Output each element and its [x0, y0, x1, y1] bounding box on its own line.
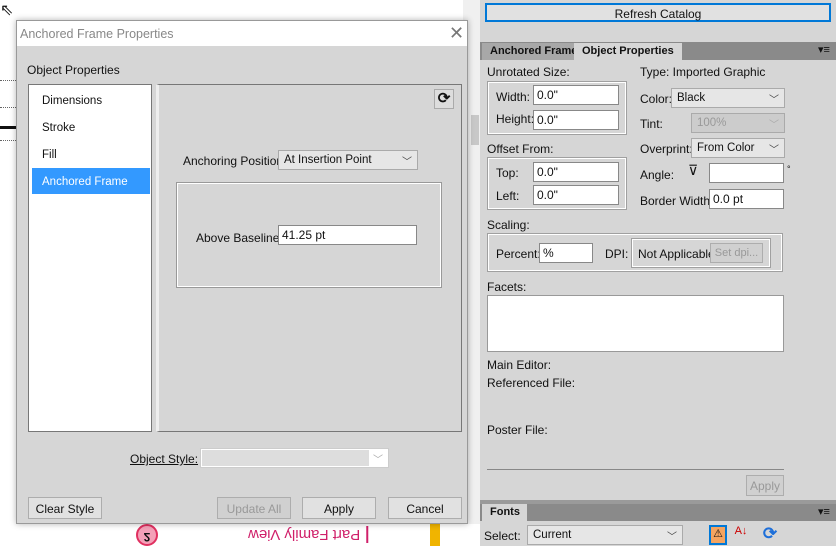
chevron-down-icon: ﹀ [769, 120, 779, 131]
chevron-down-icon: ﹀ [667, 532, 677, 543]
chevron-down-icon: ﹀ [769, 95, 779, 106]
percent-label: Percent: [496, 247, 541, 261]
color-label: Color: [640, 92, 673, 106]
height-label: Height: [496, 112, 535, 126]
referenced-file-label: Referenced File: [487, 376, 576, 390]
title-bar: Anchored Frame Properties ✕ [17, 21, 467, 46]
angle-input[interactable] [709, 163, 784, 183]
chevron-down-icon: ﹀ [769, 145, 779, 156]
divider [0, 126, 16, 129]
apply-button[interactable]: Apply [302, 497, 376, 519]
fonts-select[interactable]: Current ﹀ [527, 525, 683, 545]
width-input[interactable]: 0.0" [533, 85, 619, 105]
nav-item-dimensions[interactable]: Dimensions [32, 87, 150, 113]
panel-apply-button[interactable]: Apply [746, 475, 784, 496]
mirrored-title: Part Family View [242, 526, 369, 543]
angle-icon: ⊽ [688, 162, 699, 178]
dpi-label: DPI: [605, 247, 629, 261]
font-warning-icon[interactable]: ⚠ [709, 525, 727, 545]
cancel-button[interactable]: Cancel [388, 497, 462, 519]
tint-select[interactable]: 100% ﹀ [691, 113, 785, 133]
height-input[interactable]: 0.0" [533, 110, 619, 130]
border-width-label: Border Width: [640, 194, 714, 208]
refresh-icon[interactable]: ⟳ [760, 525, 780, 545]
type-label: Type: Imported Graphic [640, 65, 766, 79]
font-replace-icon[interactable]: A↓ [731, 525, 751, 545]
above-baseline-label: Above Baseline: [196, 231, 283, 245]
panel-menu-icon[interactable]: ▾≡ [818, 505, 830, 518]
refresh-catalog-button[interactable]: Refresh Catalog [485, 3, 831, 22]
tab-fonts[interactable]: Fonts [482, 504, 527, 521]
select-label: Select: [484, 529, 521, 543]
tint-label: Tint: [640, 117, 663, 131]
section-label: Object Properties [27, 63, 120, 77]
overprint-select[interactable]: From Color ﹀ [691, 138, 785, 158]
divider [0, 140, 16, 141]
select-value: At Insertion Point [284, 154, 372, 166]
width-label: Width: [496, 90, 531, 104]
facets-label: Facets: [487, 280, 527, 294]
left-label: Left: [496, 189, 520, 203]
divider [0, 107, 16, 108]
yellow-bar [430, 524, 440, 546]
anchoring-position-select[interactable]: At Insertion Point ﹀ [278, 150, 418, 170]
panel-menu-icon[interactable]: ▾≡ [818, 43, 830, 56]
offset-from-label: Offset From: [487, 142, 554, 156]
angle-label: Angle: [640, 168, 675, 182]
anchored-frame-properties-dialog: Anchored Frame Properties ✕ Object Prope… [16, 20, 468, 524]
dialog-title: Anchored Frame Properties [20, 27, 174, 41]
baseline-group: Above Baseline: 41.25 pt [176, 182, 442, 288]
scaling-label: Scaling: [487, 218, 530, 232]
object-style-select[interactable]: ﹀ [200, 448, 389, 468]
tab-object-properties[interactable]: Object Properties [574, 43, 682, 60]
fonts-tab-bar [480, 504, 836, 521]
unrotated-size-label: Unrotated Size: [487, 65, 570, 79]
divider [0, 80, 16, 81]
cursor-icon: ⇖ [0, 2, 14, 19]
document-bottom: 2 Part Family View [0, 524, 480, 546]
top-input[interactable]: 0.0" [533, 162, 619, 182]
divider [487, 469, 784, 470]
clear-style-button[interactable]: Clear Style [28, 497, 102, 519]
refresh-icon[interactable]: ⟳ [434, 89, 454, 109]
above-baseline-input[interactable]: 41.25 pt [278, 225, 417, 245]
right-panel: Refresh Catalog Anchored Frame Object Pr… [480, 0, 836, 546]
degree-unit: ° [787, 164, 791, 174]
overprint-label: Overprint: [640, 142, 693, 156]
dpi-value: Not Applicable [638, 247, 715, 261]
border-width-input[interactable]: 0.0 pt [709, 189, 784, 209]
content-panel: ⟳ Anchoring Position: At Insertion Point… [156, 84, 462, 432]
facets-list[interactable] [487, 295, 784, 352]
tab-anchored-frame[interactable]: Anchored Frame [482, 43, 586, 60]
top-label: Top: [496, 166, 519, 180]
percent-input[interactable]: % [539, 243, 593, 263]
nav-item-fill[interactable]: Fill [32, 141, 150, 167]
chevron-down-icon: ﹀ [402, 157, 412, 168]
update-all-button[interactable]: Update All [217, 497, 291, 519]
nav-list: Dimensions Stroke Fill Anchored Frame [28, 84, 152, 432]
color-select[interactable]: Black ﹀ [671, 88, 785, 108]
nav-item-stroke[interactable]: Stroke [32, 114, 150, 140]
main-editor-label: Main Editor: [487, 358, 552, 372]
nav-item-anchored-frame[interactable]: Anchored Frame [32, 168, 150, 194]
close-icon[interactable]: ✕ [449, 23, 464, 44]
chevron-down-icon: ﹀ [373, 455, 383, 466]
left-input[interactable]: 0.0" [533, 185, 619, 205]
poster-file-label: Poster File: [487, 423, 548, 437]
anchoring-position-label: Anchoring Position: [183, 154, 287, 168]
badge: 2 [136, 524, 158, 546]
set-dpi-button[interactable]: Set dpi... [710, 243, 763, 263]
object-style-label: Object Style: [130, 452, 199, 466]
